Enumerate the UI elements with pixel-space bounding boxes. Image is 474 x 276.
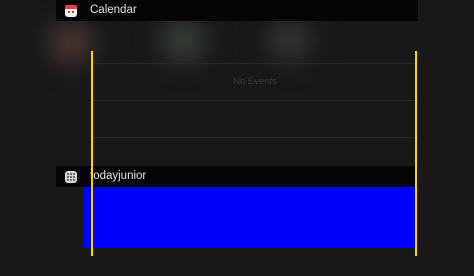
calendar-widget-header[interactable]: Calendar (56, 0, 418, 21)
calendar-row-divider (92, 63, 418, 64)
calendar-widget-body (56, 21, 418, 166)
todayjunior-widget-content[interactable] (83, 187, 418, 248)
todayjunior-widget-header[interactable]: todayjunior (56, 166, 418, 187)
todayjunior-widget-title: todayjunior (90, 169, 147, 182)
calendar-icon (65, 4, 77, 17)
calendar-row-divider (92, 137, 418, 138)
left-guide-line (91, 51, 93, 256)
app-grid-icon (65, 170, 77, 183)
no-events-label: No Events (233, 76, 277, 87)
calendar-widget-title: Calendar (90, 3, 137, 16)
right-guide-line (415, 51, 417, 256)
calendar-row-divider (92, 100, 418, 101)
